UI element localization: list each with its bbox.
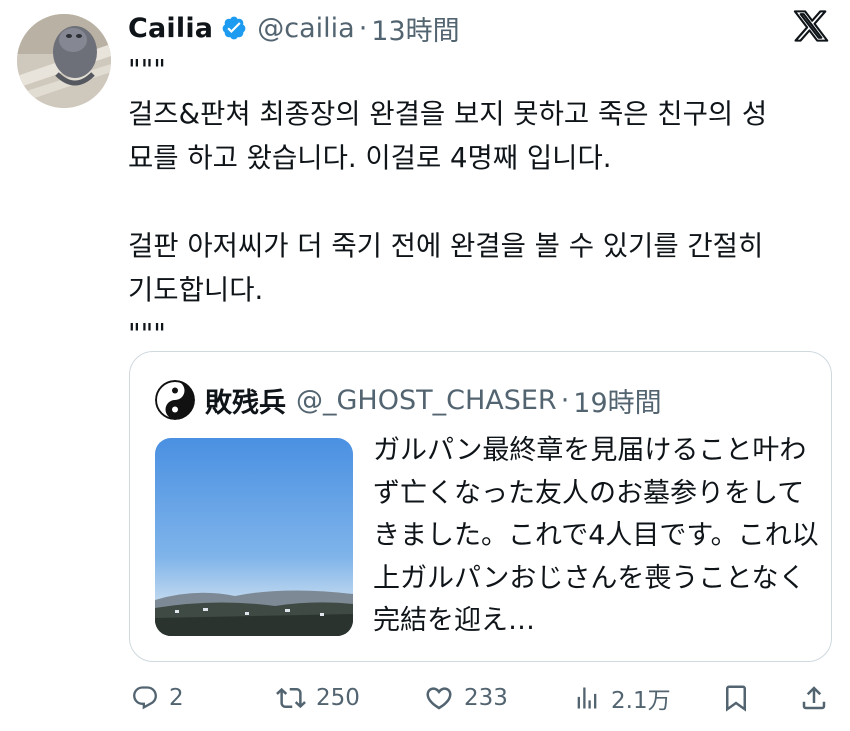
quoted-tweet-text: ガルパン最終章を見届けること叶わず亡くなった友人のお墓参りをしてきました。これで… [373,435,819,636]
quoted-author-handle: @_GHOST_CHASER [296,384,557,416]
verified-badge-icon[interactable] [221,15,247,41]
quoted-author-display-name: 敗残兵 [205,387,286,419]
separator-dot: · [358,12,368,44]
author-display-name[interactable]: Cailia [128,13,213,44]
views-button[interactable]: 2.1万 [573,676,671,720]
quoted-tweet-header: 敗残兵 @_GHOST_CHASER · 19時間 [155,380,662,420]
repost-count: 250 [316,685,360,711]
quoted-tweet-card[interactable]: 敗残兵 @_GHOST_CHASER · 19時間 ガルパン最終章を見届けること… [129,351,832,662]
tweet-timestamp[interactable]: 13時間 [371,9,459,48]
share-button[interactable] [799,676,829,720]
quoted-tweet-timestamp: 19時間 [573,387,662,419]
repost-button[interactable]: 250 [276,676,360,720]
reply-button[interactable]: 2 [131,676,184,720]
reply-icon [131,684,159,712]
tweet-header: Cailia @cailia · 13時間 [128,8,460,48]
views-count: 2.1万 [611,688,671,714]
repost-icon [276,683,306,713]
bookmark-button[interactable] [721,676,751,720]
heart-icon [424,683,454,713]
quoted-tweet-photo[interactable] [155,438,353,636]
x-logo-icon [793,8,829,44]
author-handle[interactable]: @cailia [257,13,354,44]
tweet-action-bar: 2 250 233 2.1万 [0,676,850,720]
quoted-separator-dot: · [560,384,570,416]
author-avatar[interactable] [17,14,111,108]
quoted-author-avatar [155,380,195,420]
like-button[interactable]: 233 [424,676,508,720]
views-chart-icon [573,684,601,712]
bookmark-icon [721,683,751,713]
tweet-text: """ 걸즈&판쳐 최종장의 완결을 보지 못하고 죽은 친구의 성 묘를 하고… [128,54,768,350]
like-count: 233 [464,685,508,711]
reply-count: 2 [169,685,184,711]
share-icon [799,683,829,713]
